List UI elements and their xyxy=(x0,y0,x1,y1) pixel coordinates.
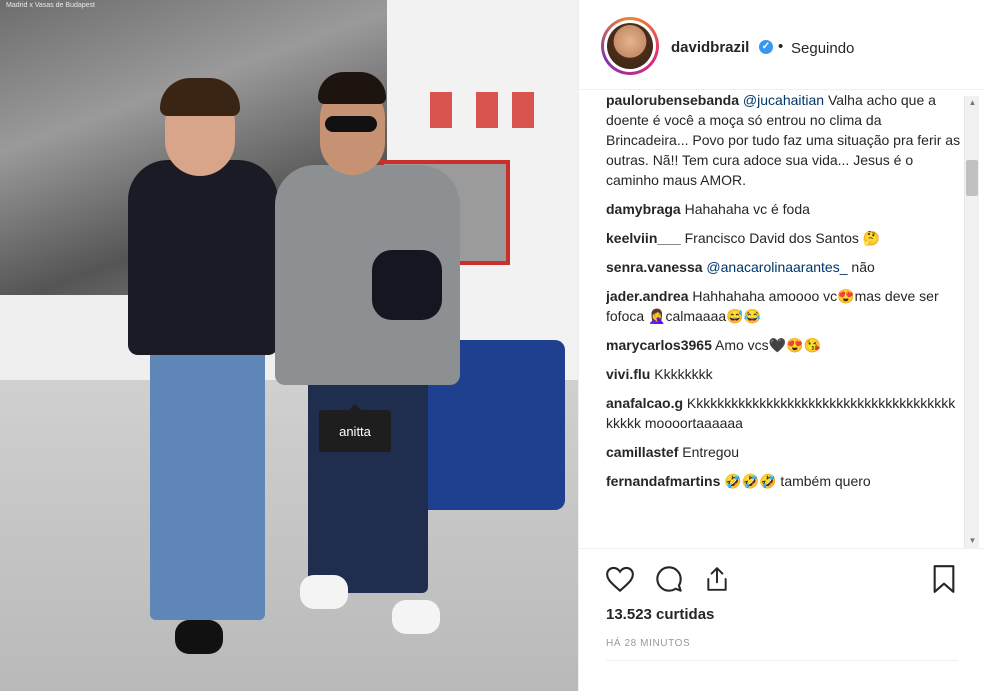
comment-user[interactable]: camillastef xyxy=(606,444,678,460)
comment-item: vivi.flu Kkkkkkkk xyxy=(606,364,961,384)
comment-user[interactable]: damybraga xyxy=(606,201,681,217)
comment-user[interactable]: anafalcao.g xyxy=(606,395,683,411)
alarm-sign xyxy=(512,92,534,128)
action-bar xyxy=(579,548,984,608)
comments-scrollbar[interactable]: ▲ ▼ xyxy=(964,96,979,548)
heart-icon[interactable] xyxy=(604,563,636,595)
likes-count[interactable]: 13.523 curtidas xyxy=(606,606,714,623)
comment-item: damybraga Hahahaha vc é foda xyxy=(606,199,961,219)
scroll-down-arrow-icon[interactable]: ▼ xyxy=(965,534,980,548)
comment-text: Francisco David dos Santos 🤔 xyxy=(680,230,881,246)
comment-text: não xyxy=(847,259,875,275)
user-tag-label[interactable]: anitta xyxy=(319,404,391,452)
comment-item: camillastef Entregou xyxy=(606,442,961,462)
person-left-jeans xyxy=(150,345,265,620)
person-left-hair xyxy=(160,78,240,116)
fire-sign xyxy=(476,92,498,128)
comment-user[interactable]: jader.andrea xyxy=(606,288,689,304)
comment-text: Entregou xyxy=(678,444,740,460)
comment-user[interactable]: keelviin___ xyxy=(606,230,681,246)
comment-item: anafalcao.g Kkkkkkkkkkkkkkkkkkkkkkkkkkkk… xyxy=(606,393,961,433)
comment-item: senra.vanessa @anacarolinaarantes_ não xyxy=(606,257,961,277)
comment-item: marycarlos3965 Amo vcs🖤😍😘 xyxy=(606,335,961,355)
black-shoe xyxy=(175,620,223,654)
white-sneaker-right xyxy=(392,600,440,634)
person-right-hair xyxy=(318,72,386,104)
bookmark-icon[interactable] xyxy=(928,563,960,595)
comments-list: paulorubensebanda @jucahaitian Valha ach… xyxy=(606,90,961,545)
comment-item: fernandafmartins 🤣🤣🤣 também quero xyxy=(606,471,961,491)
comment-mention[interactable]: @anacarolinaarantes_ xyxy=(706,259,847,275)
exit-sign xyxy=(430,92,452,128)
comment-user[interactable]: marycarlos3965 xyxy=(606,337,712,353)
comment-mention[interactable]: @jucahaitian xyxy=(743,92,824,108)
comment-text: 🤣🤣🤣 também quero xyxy=(720,473,871,489)
scrollbar-thumb[interactable] xyxy=(966,160,978,196)
comment-item: jader.andrea Hahhahaha amoooo vc😍mas dev… xyxy=(606,286,961,326)
separator-dot: • xyxy=(778,38,784,55)
handbag xyxy=(372,250,442,320)
username-link[interactable]: davidbrazil xyxy=(671,39,749,56)
comment-user[interactable]: paulorubensebanda xyxy=(606,92,739,108)
scroll-up-arrow-icon[interactable]: ▲ xyxy=(965,96,980,110)
share-icon[interactable] xyxy=(701,563,733,595)
comment-text: Hahahaha vc é foda xyxy=(680,201,810,217)
comment-item: paulorubensebanda @jucahaitian Valha ach… xyxy=(606,90,961,190)
add-comment-area[interactable] xyxy=(606,660,958,691)
white-sneaker-left xyxy=(300,575,348,609)
verified-badge-icon: ✓ xyxy=(759,40,773,54)
post-photo[interactable]: Madrid x Vasas de Budapest anitta xyxy=(0,0,578,691)
comment-icon[interactable] xyxy=(653,563,685,595)
post-timestamp[interactable]: HÁ 28 MINUTOS xyxy=(606,638,690,649)
comment-user[interactable]: senra.vanessa xyxy=(606,259,703,275)
mural-caption: Madrid x Vasas de Budapest xyxy=(6,2,95,9)
comment-user[interactable]: fernandafmartins xyxy=(606,473,720,489)
comment-text: Kkkkkkkk xyxy=(650,366,713,382)
person-left-sweater xyxy=(128,160,278,355)
sunglasses xyxy=(325,116,377,132)
avatar[interactable] xyxy=(601,17,659,75)
comment-item: keelviin___ Francisco David dos Santos 🤔 xyxy=(606,228,961,248)
post-sidebar: davidbrazil ✓ • Seguindo paulorubenseban… xyxy=(578,0,984,691)
comment-text: Amo vcs🖤😍😘 xyxy=(711,337,821,353)
follow-status-button[interactable]: Seguindo xyxy=(791,40,854,57)
comment-user[interactable]: vivi.flu xyxy=(606,366,650,382)
post-header: davidbrazil ✓ • Seguindo xyxy=(579,0,984,90)
